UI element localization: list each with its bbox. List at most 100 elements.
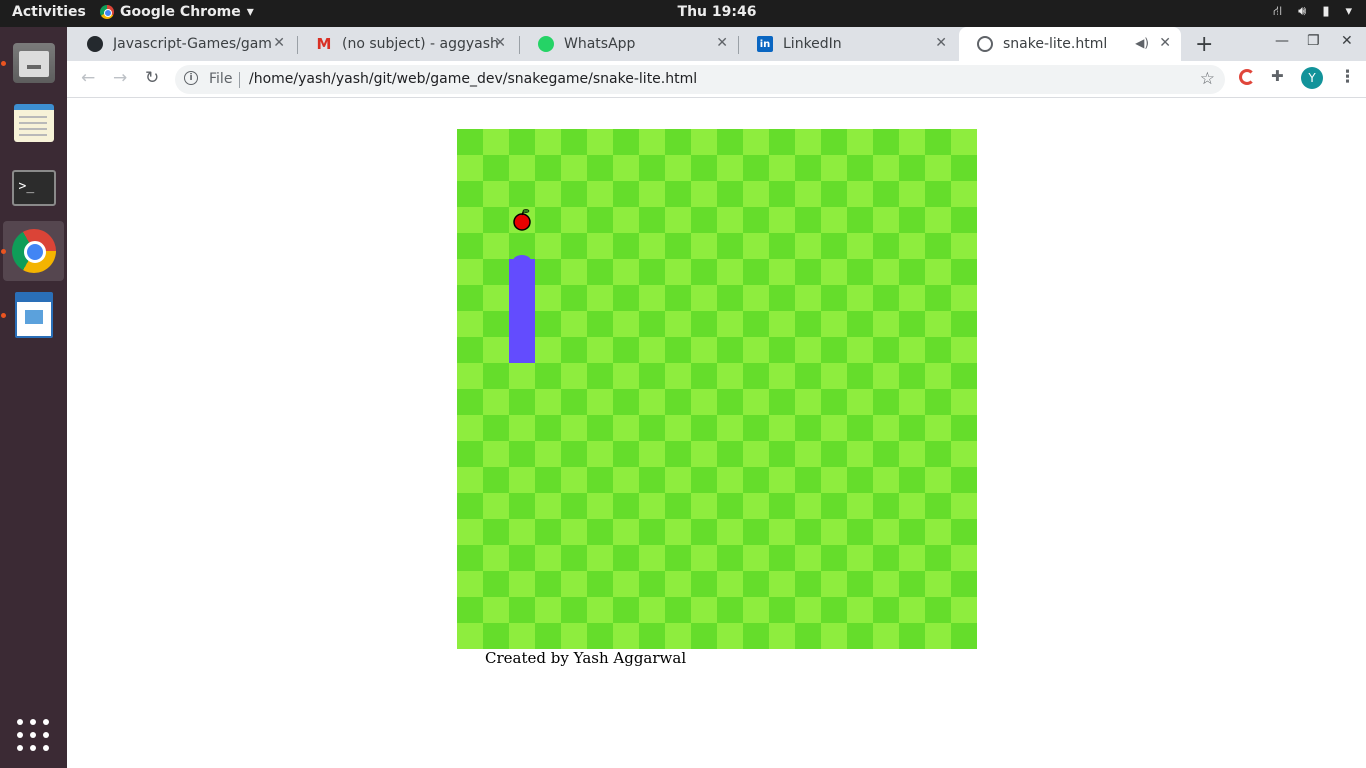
dock-text-editor[interactable] <box>3 93 64 153</box>
board-tile <box>847 233 873 259</box>
info-icon[interactable]: i <box>184 71 198 85</box>
close-icon[interactable]: ✕ <box>494 35 506 51</box>
address-bar[interactable]: i File /home/yash/yash/git/web/game_dev/… <box>175 65 1225 94</box>
dock-chrome[interactable] <box>3 221 64 281</box>
board-tile <box>483 597 509 623</box>
board-tile <box>821 311 847 337</box>
back-button[interactable]: ← <box>81 68 95 88</box>
board-tile <box>821 337 847 363</box>
board-tile <box>613 155 639 181</box>
board-tile <box>483 311 509 337</box>
board-tile <box>535 207 561 233</box>
system-tray[interactable]: ⛙ 🔊︎ ▮ ▾ <box>1273 4 1352 21</box>
tab-title: (no subject) - aggyash9 <box>342 36 500 52</box>
board-tile <box>665 623 691 649</box>
running-indicator <box>1 313 6 318</box>
address-divider <box>239 72 240 88</box>
board-tile <box>457 415 483 441</box>
board-tile <box>561 181 587 207</box>
restore-button[interactable]: ❐ <box>1307 33 1320 49</box>
close-icon[interactable]: ✕ <box>273 35 285 51</box>
board-tile <box>925 597 951 623</box>
board-tile <box>951 571 977 597</box>
board-tile <box>717 389 743 415</box>
board-tile <box>483 415 509 441</box>
close-icon[interactable]: ✕ <box>1159 35 1171 51</box>
new-tab-button[interactable]: + <box>1195 32 1213 57</box>
board-tile <box>561 493 587 519</box>
board-tile <box>743 233 769 259</box>
board-tile <box>665 233 691 259</box>
board-tile <box>847 259 873 285</box>
board-tile <box>899 155 925 181</box>
board-tile <box>873 259 899 285</box>
tab-linkedin[interactable]: in LinkedIn ✕ <box>739 27 957 61</box>
board-tile <box>509 623 535 649</box>
game-board[interactable] <box>457 129 977 649</box>
board-tile <box>847 129 873 155</box>
window-close-button[interactable]: ✕ <box>1341 33 1353 49</box>
board-tile <box>665 207 691 233</box>
board-tile <box>743 207 769 233</box>
board-tile <box>639 441 665 467</box>
address-url[interactable]: /home/yash/yash/git/web/game_dev/snakega… <box>249 71 697 87</box>
grammarly-extension-icon[interactable] <box>1239 69 1255 85</box>
dock-terminal[interactable]: >_ <box>3 158 64 218</box>
dock-files[interactable] <box>3 33 64 93</box>
board-tile <box>639 233 665 259</box>
board-tile <box>899 337 925 363</box>
chrome-menu-icon[interactable]: ⋮ <box>1339 67 1356 87</box>
board-tile <box>509 363 535 389</box>
board-tile <box>925 311 951 337</box>
board-tile <box>561 311 587 337</box>
extensions-puzzle-icon[interactable]: ✚ <box>1271 67 1284 85</box>
minimize-button[interactable]: — <box>1275 33 1289 49</box>
board-tile <box>717 285 743 311</box>
board-tile <box>769 545 795 571</box>
board-tile <box>587 571 613 597</box>
snake-segment <box>509 285 535 311</box>
board-tile <box>951 337 977 363</box>
bookmark-star-icon[interactable]: ☆ <box>1200 69 1215 89</box>
tab-snake-lite[interactable]: snake-lite.html ◀︎) ✕ <box>959 27 1181 61</box>
board-tile <box>457 311 483 337</box>
forward-button[interactable]: → <box>113 68 127 88</box>
board-tile <box>951 597 977 623</box>
reload-button[interactable]: ↻ <box>145 68 159 88</box>
tab-github[interactable]: Javascript-Games/gam ✕ <box>69 27 295 61</box>
dock-writer[interactable] <box>3 285 64 345</box>
board-tile <box>561 259 587 285</box>
board-tile <box>899 545 925 571</box>
close-icon[interactable]: ✕ <box>935 35 947 51</box>
board-tile <box>925 441 951 467</box>
profile-avatar[interactable]: Y <box>1301 67 1323 89</box>
board-tile <box>925 571 951 597</box>
writer-icon <box>14 292 53 338</box>
board-tile <box>717 155 743 181</box>
board-tile <box>691 493 717 519</box>
tab-gmail[interactable]: M (no subject) - aggyash9 ✕ <box>298 27 516 61</box>
speaker-icon[interactable]: ◀︎) <box>1135 36 1149 50</box>
show-applications-icon[interactable] <box>17 719 49 751</box>
board-tile <box>743 363 769 389</box>
tab-whatsapp[interactable]: WhatsApp ✕ <box>520 27 738 61</box>
board-tile <box>821 415 847 441</box>
board-tile <box>613 441 639 467</box>
board-tile <box>769 571 795 597</box>
close-icon[interactable]: ✕ <box>716 35 728 51</box>
board-tile <box>717 311 743 337</box>
board-tile <box>691 545 717 571</box>
board-tile <box>587 259 613 285</box>
clock[interactable]: Thu 19:46 <box>0 4 1366 20</box>
board-tile <box>951 415 977 441</box>
board-tile <box>613 493 639 519</box>
board-tile <box>899 571 925 597</box>
board-tile <box>925 493 951 519</box>
board-tile <box>613 181 639 207</box>
board-tile <box>925 467 951 493</box>
board-tile <box>873 467 899 493</box>
board-tile <box>587 415 613 441</box>
board-tile <box>639 337 665 363</box>
chevron-down-icon: ▾ <box>1345 4 1352 19</box>
board-tile <box>665 441 691 467</box>
